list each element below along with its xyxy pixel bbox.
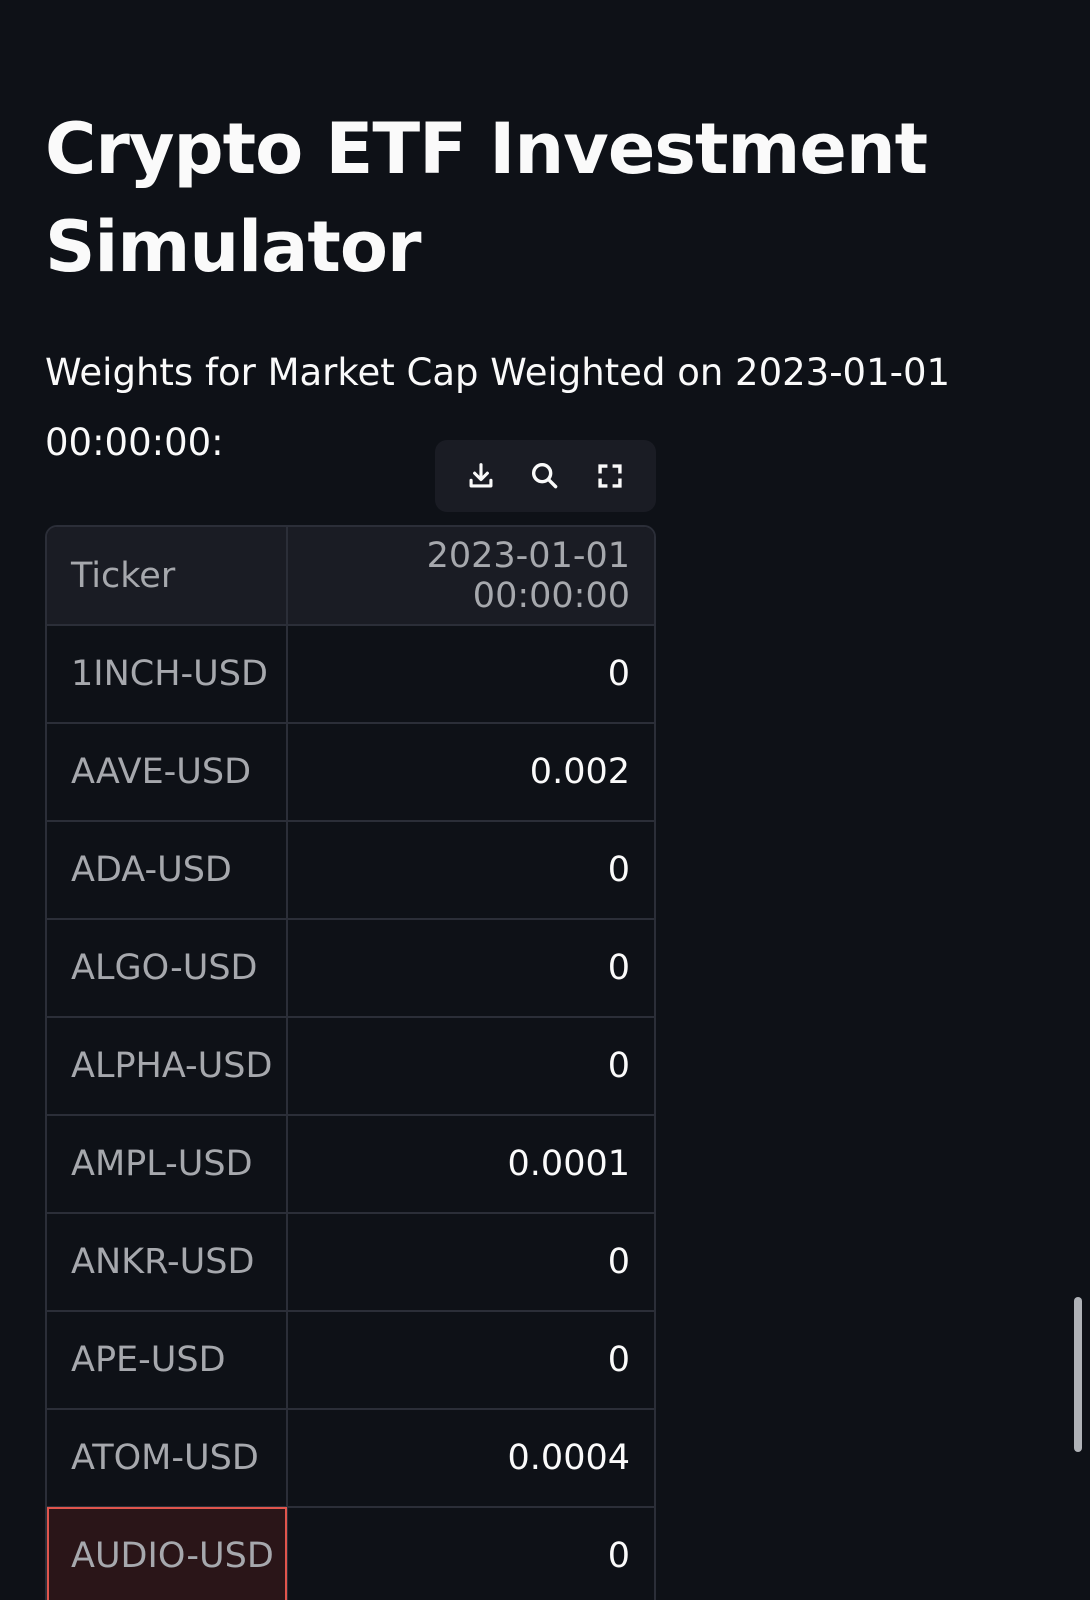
table-row: ATOM-USD 0.0004	[47, 1409, 654, 1508]
table-row: ADA-USD 0	[47, 821, 654, 920]
table-row: ANKR-USD 0	[47, 1213, 654, 1312]
table-row: AMPL-USD 0.0001	[47, 1115, 654, 1214]
weight-cell[interactable]: 0.0001	[287, 1115, 654, 1214]
weight-cell[interactable]: 0	[287, 919, 654, 1018]
ticker-cell[interactable]: ADA-USD	[47, 821, 288, 920]
ticker-cell[interactable]: ALPHA-USD	[47, 1017, 288, 1116]
ticker-cell[interactable]: ATOM-USD	[47, 1409, 288, 1508]
ticker-cell[interactable]: ALGO-USD	[47, 919, 288, 1018]
dataframe-toolbar	[435, 440, 656, 512]
table-row: AAVE-USD 0.002	[47, 723, 654, 822]
table-header-row: Ticker 2023-01-01 00:00:00	[47, 527, 654, 626]
search-button[interactable]	[521, 452, 569, 500]
weights-dataframe[interactable]: Ticker 2023-01-01 00:00:00 1INCH-USD 0 A…	[45, 525, 656, 1600]
header-date[interactable]: 2023-01-01 00:00:00	[287, 527, 654, 626]
weights-table: Ticker 2023-01-01 00:00:00 1INCH-USD 0 A…	[47, 527, 654, 1600]
fullscreen-icon	[598, 464, 622, 488]
page-title: Crypto ETF Investment Simulator	[45, 108, 928, 288]
fullscreen-button[interactable]	[586, 452, 634, 500]
ticker-cell[interactable]: 1INCH-USD	[47, 625, 288, 724]
ticker-cell[interactable]: APE-USD	[47, 1311, 288, 1410]
download-button[interactable]	[457, 452, 505, 500]
weight-cell[interactable]: 0	[287, 1311, 654, 1410]
weight-cell[interactable]: 0	[287, 821, 654, 920]
ticker-cell[interactable]: AAVE-USD	[47, 723, 288, 822]
page-scrollbar[interactable]	[1074, 1297, 1082, 1452]
ticker-cell[interactable]: ANKR-USD	[47, 1213, 288, 1312]
app-page: Crypto ETF Investment Simulator Weights …	[0, 0, 1090, 1600]
ticker-cell-selected[interactable]: AUDIO-USD	[47, 1507, 288, 1600]
ticker-cell[interactable]: AMPL-USD	[47, 1115, 288, 1214]
table-row: APE-USD 0	[47, 1311, 654, 1410]
weight-cell[interactable]: 0	[287, 625, 654, 724]
download-icon	[469, 463, 493, 488]
weight-cell[interactable]: 0	[287, 1507, 654, 1600]
header-ticker[interactable]: Ticker	[47, 527, 288, 626]
weight-cell[interactable]: 0	[287, 1017, 654, 1116]
weight-cell[interactable]: 0.0004	[287, 1409, 654, 1508]
search-icon	[532, 462, 558, 489]
table-row: ALPHA-USD 0	[47, 1017, 654, 1116]
table-row: 1INCH-USD 0	[47, 625, 654, 724]
table-row: ALGO-USD 0	[47, 919, 654, 1018]
weight-cell[interactable]: 0.002	[287, 723, 654, 822]
weight-cell[interactable]: 0	[287, 1213, 654, 1312]
table-row-selected: AUDIO-USD 0	[47, 1507, 654, 1600]
